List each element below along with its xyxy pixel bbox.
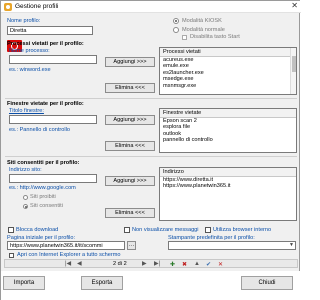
disable-start-checkbox[interactable] [182, 35, 187, 40]
block-download-checkbox[interactable] [8, 227, 14, 233]
prohibited-sites-radio[interactable] [23, 195, 28, 200]
printer-select[interactable] [168, 241, 296, 250]
title-bar: Gestione profili ✕ [1, 1, 301, 13]
remove-process-button[interactable]: Elimina <<< [105, 83, 155, 93]
internal-browser-checkbox[interactable] [205, 227, 211, 233]
kiosk-mode-label: Modalità KIOSK [182, 18, 222, 24]
import-button[interactable]: Importa [3, 276, 45, 290]
export-button[interactable]: Esporta [81, 276, 123, 290]
site-address-label: Indirizzo sito: [9, 167, 42, 173]
blocked-processes-header: Processi vietati [160, 48, 296, 57]
normal-mode-label: Modalità normale [182, 27, 225, 33]
record-navigator: |◀ ◀ 2 di 2 ▶ ▶| ✚ ✖ ▲ ✔ ✕ [4, 259, 298, 268]
chevron-down-icon[interactable]: ▼ [289, 242, 294, 248]
window-title: Gestione profili [15, 3, 59, 10]
window-hint: es.: Pannello di controllo [9, 127, 70, 133]
processes-section-title: Processi vietati per il profilo: [7, 41, 84, 47]
processes-scrollbar[interactable] [290, 48, 296, 94]
site-hint: es.: http://www.google.com [9, 185, 76, 191]
allowed-sites-list[interactable]: Indirizzo https://www.diretta.it https:/… [159, 167, 297, 221]
profile-name-label: Nome profilo: [7, 18, 41, 24]
cancel-record-icon[interactable]: ✕ [218, 261, 223, 268]
remove-site-button[interactable]: Elimina <<< [105, 208, 155, 218]
window-title-label: Titolo finestre: [9, 108, 44, 114]
remove-window-button[interactable]: Elimina <<< [105, 141, 155, 151]
fullscreen-ie-checkbox[interactable] [9, 253, 14, 258]
blocked-windows-header: Finestre vietate [160, 109, 296, 118]
internal-browser-label: Utilizza browser interno [213, 227, 272, 233]
window-title-input[interactable] [9, 115, 97, 124]
prohibited-sites-label: Siti proibiti [30, 194, 56, 200]
sites-section-title: Siti consentiti per il profilo: [7, 160, 80, 166]
add-window-button[interactable]: Aggiungi >>> [105, 115, 155, 125]
allowed-sites-radio[interactable] [23, 204, 28, 209]
kiosk-mode-radio[interactable] [173, 18, 179, 24]
disable-start-label: Disabilita tasto Start [190, 34, 240, 40]
browse-button[interactable]: … [127, 241, 136, 250]
close-button[interactable]: Chiudi [241, 276, 293, 290]
divider [5, 156, 297, 157]
hide-messages-label: Non visualizzare messaggi [132, 227, 199, 233]
profile-name-input[interactable]: Diretta [7, 26, 93, 35]
first-record-icon[interactable]: |◀ [65, 260, 71, 267]
process-name-label: Nome processo: [9, 48, 50, 54]
delete-record-icon[interactable]: ✖ [182, 261, 187, 268]
app-icon [4, 3, 12, 11]
record-counter: 2 di 2 [113, 261, 127, 267]
last-record-icon[interactable]: ▶| [154, 260, 160, 267]
list-item[interactable]: pannello di controllo [160, 137, 296, 143]
normal-mode-radio[interactable] [173, 27, 179, 33]
fullscreen-ie-label: Apri con Internet Explorer a tutto scher… [17, 252, 121, 258]
close-icon[interactable]: ✕ [291, 1, 298, 10]
allowed-sites-label: Siti consentiti [30, 203, 63, 209]
block-download-label: Blocca download [16, 227, 59, 233]
blocked-windows-list[interactable]: Finestre vietate Epson scan 2 esplora fi… [159, 108, 297, 153]
process-hint: es.: winword.exe [9, 67, 51, 73]
save-record-icon[interactable]: ✔ [206, 261, 211, 268]
process-name-input[interactable] [9, 55, 97, 64]
home-page-input[interactable]: https://www.planetwin365.it/it/scommi [7, 241, 125, 250]
add-site-button[interactable]: Aggiungi >>> [105, 176, 155, 186]
site-address-input[interactable] [9, 174, 97, 183]
windows-section-title: Finestre vietate per il profilo: [7, 101, 84, 107]
blocked-processes-list[interactable]: Processi vietati acureus.exe emule.exe e… [159, 47, 297, 95]
divider [5, 98, 297, 99]
profile-manager-window: Gestione profili ✕ Nome profilo: Diretta… [0, 0, 301, 300]
allowed-sites-header: Indirizzo [160, 168, 296, 177]
list-item[interactable]: https://www.planetwin365.it [160, 183, 296, 189]
list-item[interactable]: msnmsgr.exe [160, 83, 296, 89]
add-process-button[interactable]: Aggiungi >>> [105, 57, 155, 67]
hide-messages-checkbox[interactable] [124, 227, 130, 233]
next-record-icon[interactable]: ▶ [142, 260, 147, 267]
edit-record-icon[interactable]: ▲ [194, 261, 200, 267]
footer-bar: Importa Esporta Chiudi [1, 271, 301, 300]
prev-record-icon[interactable]: ◀ [77, 260, 82, 267]
add-record-icon[interactable]: ✚ [170, 261, 175, 268]
